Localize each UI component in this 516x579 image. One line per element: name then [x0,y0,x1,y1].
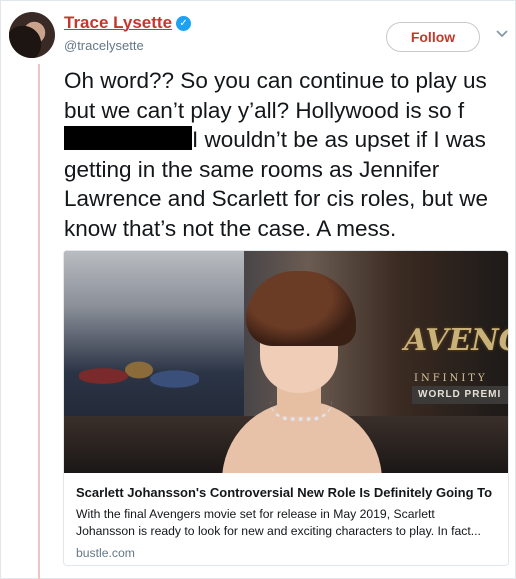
card-description: With the final Avengers movie set for re… [76,507,481,538]
author-display-name[interactable]: Trace Lysette [64,13,172,33]
person-hair [246,271,356,346]
avatar[interactable] [9,12,55,58]
chevron-down-icon[interactable] [495,26,509,40]
card-body: Scarlett Johansson's Controversial New R… [64,473,508,560]
thread-rule [38,64,40,579]
link-card[interactable]: AVENG INFINITY WORLD PREMI Scarlett Joha… [63,250,509,566]
card-image: AVENG INFINITY WORLD PREMI [64,251,508,473]
world-premiere-banner: WORLD PREMI [412,386,508,404]
poster-heroes [79,346,199,406]
tweet-text-part-1: Oh word?? So you can continue to play us… [64,68,494,123]
author-handle[interactable]: @tracelysette [64,38,144,53]
verified-badge-icon: ✓ [176,15,192,31]
avengers-logo: AVENG [404,323,508,358]
tweet-text: Oh word?? So you can continue to play us… [64,66,512,243]
follow-button[interactable]: Follow [386,22,480,52]
avatar-hair [9,12,55,58]
infinity-text: INFINITY [414,373,488,384]
redaction-block [64,126,192,150]
card-domain: bustle.com [76,546,135,560]
card-title[interactable]: Scarlett Johansson's Controversial New R… [76,485,496,500]
author-name-row: Trace Lysette ✓ [64,13,192,33]
